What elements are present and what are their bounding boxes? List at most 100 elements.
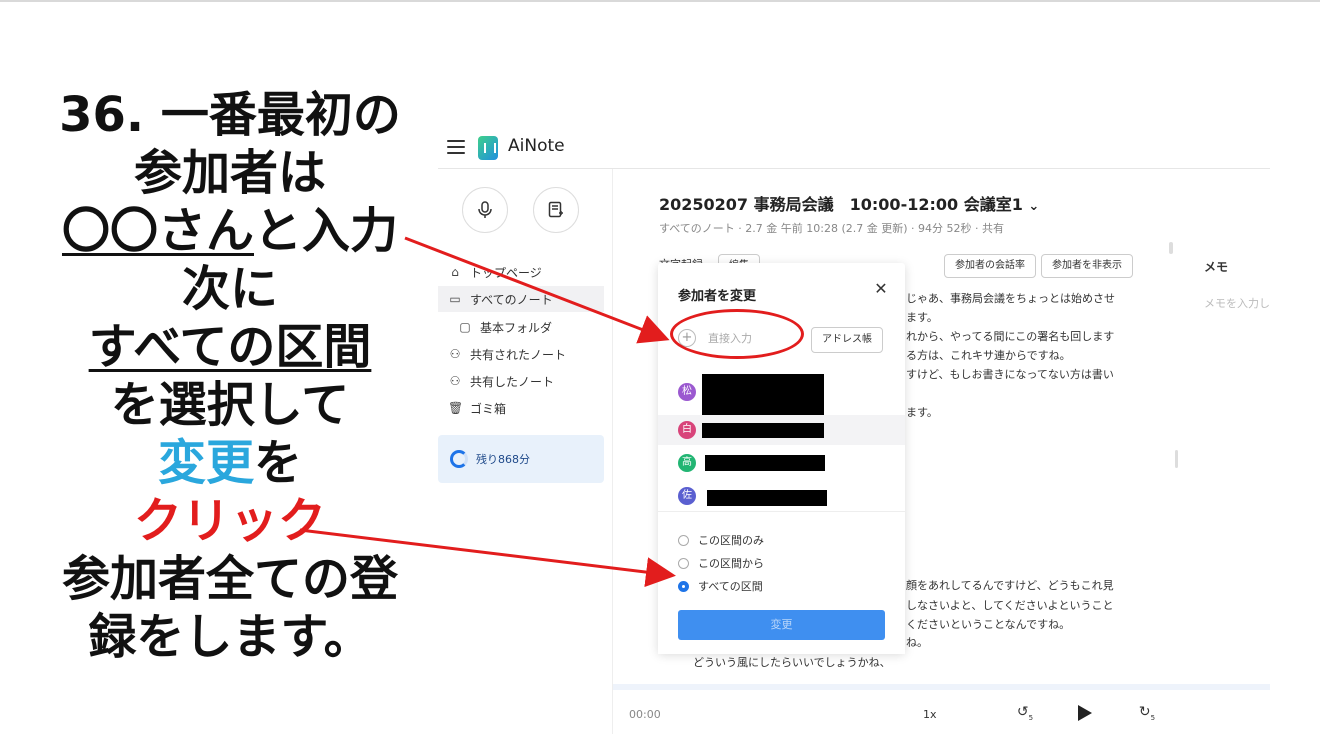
chevron-down-icon[interactable]: ⌄	[1028, 199, 1039, 214]
transcript-line: れから、やってる間にこの署名も回します	[906, 330, 1115, 343]
note-title-text: 20250207 事務局会議 10:00-12:00 会議室1	[659, 195, 1023, 214]
forward-5-label: 5	[1150, 713, 1156, 722]
transcript-line: すけど、もしお書きになってない方は書い	[906, 368, 1114, 381]
transcript-line: くださいということなんですね。	[906, 618, 1071, 631]
avatar: 松	[678, 383, 696, 401]
option-label: この区間から	[698, 557, 764, 570]
transcript-scrollbar[interactable]	[1169, 242, 1173, 254]
note-title[interactable]: 20250207 事務局会議 10:00-12:00 会議室1 ⌄	[659, 191, 1039, 215]
inbox-icon: ▭	[449, 292, 461, 306]
participant-row[interactable]: 白	[658, 415, 905, 445]
sidebar-item-shared-by-me[interactable]: ⚇ 共有したノート	[438, 368, 604, 394]
top-border	[0, 0, 1320, 2]
instruction-text: 36. 一番最初の 参加者は 〇〇さんと入力 次に すべての区間 を選択して 変…	[20, 86, 440, 666]
rewind-5-label: 5	[1028, 713, 1034, 722]
folder-icon: ▢	[459, 320, 471, 334]
instruction-underline-all-sections: すべての区間	[88, 319, 372, 375]
home-icon: ⌂	[451, 265, 459, 279]
option-all-sections[interactable]: すべての区間	[678, 577, 763, 595]
radio-icon[interactable]	[678, 557, 689, 569]
sidebar-item-trash[interactable]: 🗑 ゴミ箱	[438, 395, 604, 421]
instruction-line-5: すべての区間	[20, 318, 440, 376]
forward-5-icon[interactable]: ↻5	[1137, 702, 1157, 722]
app-header: AiNote	[438, 128, 1270, 169]
transcript-line: ます。	[906, 311, 938, 324]
sidebar-item-label: 基本フォルダ	[480, 320, 553, 335]
highlight-ellipse	[670, 309, 804, 359]
transcript-line: どういう風にしたらいいでしょうかね、	[693, 656, 891, 669]
new-note-icon	[548, 201, 563, 218]
instruction-line-7: 変更を	[20, 434, 440, 492]
close-icon[interactable]: ✕	[872, 279, 890, 298]
sidebar-item-label: ゴミ箱	[470, 401, 507, 416]
radio-selected-icon[interactable]	[678, 580, 689, 592]
play-icon[interactable]	[1078, 705, 1092, 721]
instruction-change-word: 変更	[157, 435, 254, 491]
avatar: 高	[678, 454, 696, 472]
transcript-line: る方は、これキサ連からですね。	[906, 349, 1071, 362]
sidebar-item-all-notes[interactable]: ▭ すべてのノート	[438, 286, 604, 312]
option-label: すべての区間	[698, 580, 763, 593]
instruction-line-9: 参加者全ての登	[61, 551, 398, 607]
redacted-name	[705, 455, 825, 471]
sidebar-item-top-page[interactable]: ⌂ トップページ	[438, 259, 604, 285]
playback-speed-button[interactable]: 1x	[923, 708, 937, 721]
sidebar: ⌂ トップページ ▭ すべてのノート ▢ 基本フォルダ ⚇ 共有されたノート ⚇ 共有した…	[438, 169, 613, 734]
instruction-line-10: 録をします。	[88, 609, 372, 665]
record-button[interactable]	[462, 187, 508, 233]
range-options-panel: この区間のみ この区間から すべての区間 変更	[658, 511, 905, 654]
instruction-click-word: クリック	[133, 493, 326, 549]
option-label: この区間のみ	[698, 534, 764, 547]
app-title: AiNote	[508, 136, 565, 156]
participant-row[interactable]: 高	[658, 448, 905, 478]
sidebar-item-label: 共有したノート	[470, 374, 555, 389]
change-button[interactable]: 変更	[678, 610, 885, 640]
participant-row[interactable]: 佐	[658, 481, 905, 511]
sidebar-item-shared-with-me[interactable]: ⚇ 共有されたノート	[438, 341, 604, 367]
speaker-rate-button[interactable]: 参加者の会話率	[944, 254, 1036, 278]
avatar: 佐	[678, 487, 696, 505]
transcript-line: しなさいよと、してくださいよということ	[906, 599, 1114, 612]
menu-icon[interactable]	[447, 140, 465, 154]
transcript-line: じゃあ、事務局会議をちょっとは始めさせ	[906, 292, 1115, 305]
memo-input[interactable]: メモを入力し	[1204, 295, 1270, 311]
instruction-underline-name: 〇〇さん	[61, 203, 254, 259]
address-book-button[interactable]: アドレス帳	[811, 327, 883, 353]
rewind-5-icon[interactable]: ↺5	[1015, 702, 1035, 722]
redacted-name	[707, 490, 827, 506]
dialog-title: 参加者を変更	[678, 289, 757, 304]
option-this-section-only[interactable]: この区間のみ	[678, 531, 764, 549]
microphone-icon	[478, 201, 492, 218]
instruction-line-3-rest: と入力	[254, 203, 399, 259]
transcript-line: 顔をあれしてるんですけど、どうもこれ見	[906, 579, 1114, 592]
new-note-button[interactable]	[533, 187, 579, 233]
sidebar-item-label: 共有されたノート	[470, 347, 567, 362]
instruction-line-1: 36. 一番最初の	[59, 87, 401, 143]
note-meta: すべてのノート · 2.7 金 午前 10:28 (2.7 金 更新) · 94…	[659, 222, 1004, 235]
trash-icon: 🗑	[448, 401, 464, 415]
participant-row[interactable]: 松	[658, 374, 905, 417]
option-from-this-section[interactable]: この区間から	[678, 554, 764, 572]
transcript-line: ね。	[906, 636, 928, 649]
remaining-ring-icon	[450, 450, 468, 468]
ainote-logo-icon	[478, 136, 498, 160]
avatar: 白	[678, 421, 696, 439]
instruction-line-7-rest: を	[254, 435, 303, 491]
remaining-minutes-badge[interactable]: 残り868分	[438, 435, 604, 483]
shared-with-me-icon: ⚇	[449, 347, 461, 361]
instruction-line-6: を選択して	[110, 377, 350, 433]
player-time: 00:00	[629, 708, 661, 721]
transcript-line: ます。	[906, 406, 938, 419]
instruction-line-4: 次に	[181, 261, 278, 317]
redacted-name	[702, 423, 824, 438]
radio-icon[interactable]	[678, 534, 689, 546]
instruction-line-3: 〇〇さんと入力	[20, 202, 440, 260]
sidebar-item-basic-folder[interactable]: ▢ 基本フォルダ	[438, 314, 604, 340]
hide-speakers-button[interactable]: 参加者を非表示	[1041, 254, 1133, 278]
sidebar-item-label: すべてのノート	[470, 292, 553, 307]
sidebar-item-label: トップページ	[470, 265, 542, 280]
shared-by-me-icon: ⚇	[449, 374, 461, 388]
memo-label: メモ	[1204, 260, 1229, 274]
memo-scrollbar[interactable]	[1175, 450, 1178, 468]
ainote-app: AiNote ⌂ トップページ ▭ すべてのノート ▢ 基本フォルダ ⚇ 共有されたノー…	[438, 128, 1270, 734]
